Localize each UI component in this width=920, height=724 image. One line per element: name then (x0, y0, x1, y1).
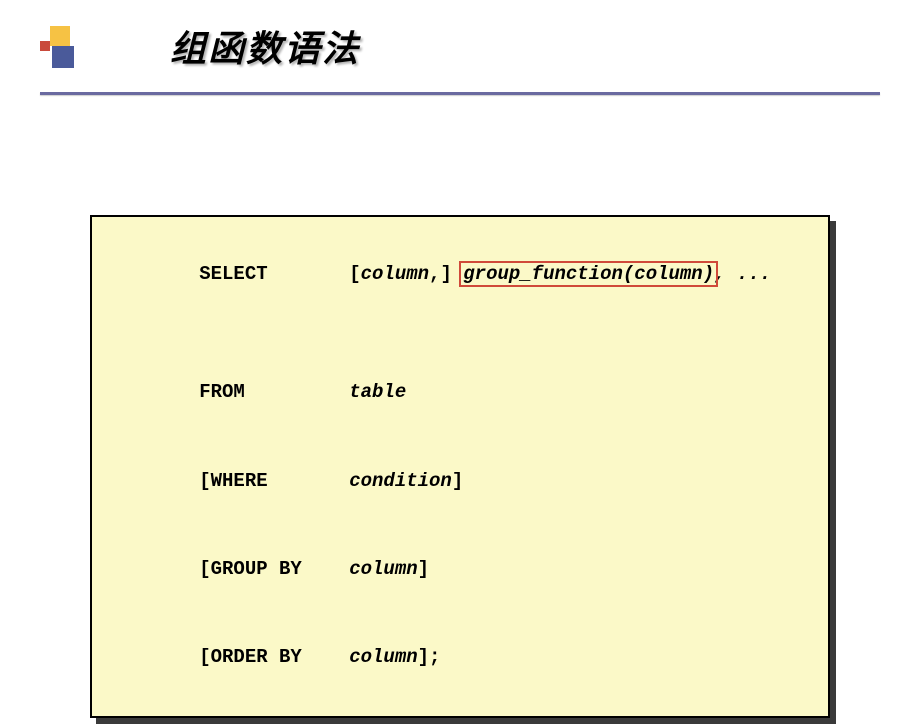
code-block: SELECT[column,] group_function(column), … (90, 215, 830, 718)
code-line-where: [WHEREcondition] (108, 437, 812, 525)
logo-icon (40, 26, 80, 66)
code-line-select: SELECT[column,] group_function(column), … (108, 231, 812, 349)
code-line-from: FROMtable (108, 349, 812, 437)
slide-content: SELECT[column,] group_function(column), … (0, 95, 920, 718)
code-line-groupby: [GROUP BYcolumn] (108, 525, 812, 613)
slide-header: 组函数语法 (0, 0, 920, 82)
slide-title: 组函数语法 (170, 20, 360, 72)
code-line-orderby: [ORDER BYcolumn]; (108, 614, 812, 702)
